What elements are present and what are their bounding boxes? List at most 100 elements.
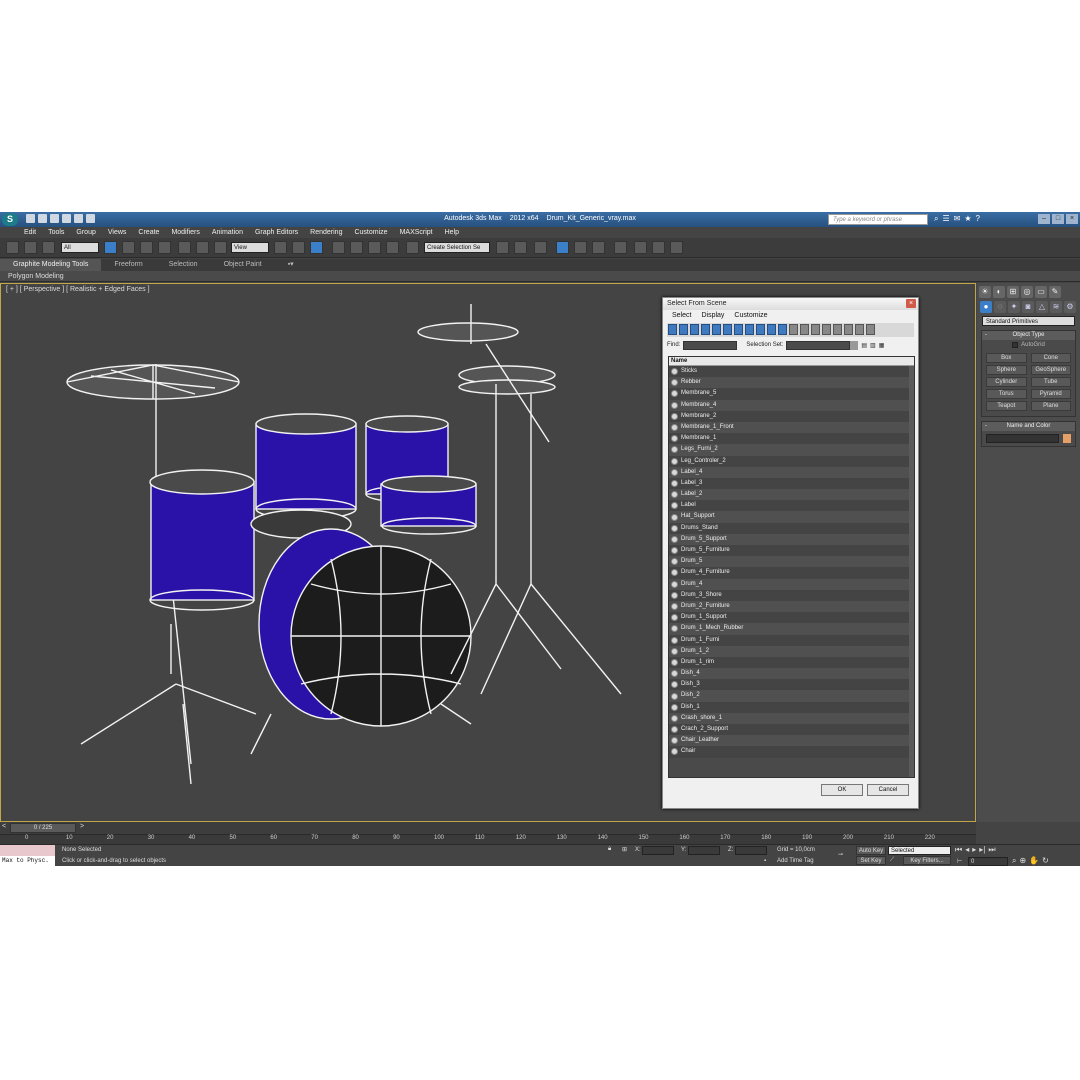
- go-to-end-icon[interactable]: ⏭: [988, 845, 995, 855]
- dialog-close-icon[interactable]: ×: [906, 299, 916, 308]
- list-item[interactable]: Membrane_2: [669, 410, 914, 422]
- selection-set-dropdown[interactable]: [786, 340, 851, 350]
- dialog-title-bar[interactable]: Select From Scene ×: [663, 298, 918, 310]
- menu-customize[interactable]: Customize: [348, 227, 393, 238]
- menu-help[interactable]: Help: [439, 227, 465, 238]
- named-selection-set-dropdown[interactable]: Create Selection Se: [424, 242, 490, 253]
- list-item[interactable]: Leg_Controler_2: [669, 455, 914, 467]
- render-production-icon[interactable]: [670, 241, 683, 254]
- object-type-header[interactable]: - Object Type: [982, 331, 1075, 340]
- dialog-menu-display[interactable]: Display: [696, 310, 729, 321]
- motion-tab-icon[interactable]: ◎: [1021, 286, 1033, 298]
- maxscript-listener[interactable]: Max to Physc.: [0, 845, 55, 866]
- display-bones-icon[interactable]: [756, 324, 765, 335]
- list-item[interactable]: Drum_1_rim: [669, 656, 914, 669]
- go-to-start-icon[interactable]: ⏮: [955, 845, 962, 855]
- scene-object-list[interactable]: Name Sticks Rebber Membrane_5 Membrane_4 Mem…: [668, 356, 915, 778]
- set-key-button[interactable]: Set Key: [856, 856, 886, 865]
- geometry-icon[interactable]: ●: [980, 301, 992, 313]
- object-color-swatch[interactable]: [1063, 434, 1071, 443]
- display-xrefs-icon[interactable]: [745, 324, 754, 335]
- list-item[interactable]: Rebber: [669, 377, 914, 389]
- rendered-frame-window-icon[interactable]: [652, 241, 665, 254]
- space-warps-icon[interactable]: ≋: [1050, 301, 1062, 313]
- cancel-button[interactable]: Cancel: [867, 784, 909, 796]
- display-cameras-icon[interactable]: [701, 324, 710, 335]
- time-slider[interactable]: 0 / 225: [10, 823, 76, 833]
- list-item[interactable]: Drum_5_Support: [669, 533, 914, 545]
- list-item[interactable]: Drum_1_2: [669, 645, 914, 657]
- find-input[interactable]: [683, 340, 738, 350]
- list-item[interactable]: Membrane_1_Front: [669, 421, 914, 434]
- tab-object-paint[interactable]: Object Paint: [211, 259, 275, 271]
- menu-tools[interactable]: Tools: [42, 227, 70, 238]
- previous-key-icon[interactable]: ◂: [965, 845, 969, 855]
- play-icon[interactable]: ▸: [972, 845, 976, 855]
- teapot-button[interactable]: Teapot: [986, 401, 1027, 411]
- select-none-icon[interactable]: [833, 324, 842, 335]
- list-item[interactable]: Label: [669, 500, 914, 512]
- key-mode-dropdown[interactable]: Selected: [888, 846, 951, 855]
- menu-create[interactable]: Create: [132, 227, 165, 238]
- orbit-icon[interactable]: ↻: [1042, 856, 1049, 866]
- menu-modifiers[interactable]: Modifiers: [165, 227, 205, 238]
- unlink-icon[interactable]: [24, 241, 37, 254]
- menu-group[interactable]: Group: [70, 227, 101, 238]
- primitive-category-dropdown[interactable]: Standard Primitives: [982, 316, 1075, 326]
- tab-selection[interactable]: Selection: [156, 259, 211, 271]
- favorites-star-icon[interactable]: ★: [964, 214, 971, 224]
- list-item[interactable]: Drum_4_Furniture: [669, 567, 914, 579]
- key-mode-toggle-icon[interactable]: ⊢: [957, 858, 962, 865]
- lock-selection-icon[interactable]: 🔒︎: [608, 846, 611, 853]
- autogrid-checkbox[interactable]: AutoGrid: [982, 340, 1075, 350]
- display-frozen-icon[interactable]: [778, 324, 787, 335]
- select-invert-icon[interactable]: [844, 324, 853, 335]
- filter-options-icon[interactable]: [866, 324, 875, 335]
- list-item[interactable]: Sticks: [669, 366, 914, 378]
- list-item[interactable]: Drum_1_Furni: [669, 634, 914, 646]
- window-crossing-icon[interactable]: [158, 241, 171, 254]
- display-tab-icon[interactable]: ▭: [1035, 286, 1047, 298]
- list-item[interactable]: Crach_2_Support: [669, 724, 914, 736]
- absolute-mode-icon[interactable]: ⊞: [622, 846, 627, 853]
- helpers-icon[interactable]: △: [1036, 301, 1048, 313]
- menu-graph-editors[interactable]: Graph Editors: [249, 227, 304, 238]
- menu-rendering[interactable]: Rendering: [304, 227, 348, 238]
- menu-animation[interactable]: Animation: [206, 227, 249, 238]
- list-item[interactable]: Dish_2: [669, 690, 914, 702]
- tube-button[interactable]: Tube: [1030, 377, 1071, 387]
- object-name-input[interactable]: [986, 434, 1059, 443]
- menu-views[interactable]: Views: [102, 227, 133, 238]
- close-icon[interactable]: ×: [1066, 214, 1078, 224]
- display-geometry-icon[interactable]: [668, 324, 677, 335]
- list-item[interactable]: Label_2: [669, 489, 914, 501]
- list-item[interactable]: Chair: [669, 746, 914, 758]
- display-shapes-icon[interactable]: [679, 324, 688, 335]
- ribbon-options-icon[interactable]: ▪▾: [275, 259, 307, 271]
- x-coordinate-field[interactable]: [642, 846, 674, 855]
- zoom-all-icon[interactable]: ⊕: [1019, 856, 1026, 866]
- snaps-toggle-icon[interactable]: [332, 241, 345, 254]
- list-item[interactable]: Label_3: [669, 477, 914, 490]
- pan-icon[interactable]: ✋: [1029, 856, 1039, 866]
- display-none-icon[interactable]: [800, 324, 809, 335]
- key-filters-button[interactable]: Key Filters...: [903, 856, 951, 865]
- next-key-icon[interactable]: ▸|: [979, 845, 985, 855]
- communication-icon[interactable]: ✉: [954, 214, 961, 224]
- render-setup-icon[interactable]: [634, 241, 647, 254]
- add-time-tag[interactable]: Add Time Tag: [777, 858, 814, 864]
- tab-graphite-modeling-tools[interactable]: Graphite Modeling Tools: [0, 259, 102, 271]
- help-icon[interactable]: ?: [976, 214, 980, 224]
- scale-icon[interactable]: [214, 241, 227, 254]
- rotate-icon[interactable]: [196, 241, 209, 254]
- plane-button[interactable]: Plane: [1030, 401, 1071, 411]
- angle-snap-icon[interactable]: [350, 241, 363, 254]
- zoom-icon[interactable]: ⌕: [1012, 856, 1016, 866]
- time-tag-icon[interactable]: ▪: [764, 858, 766, 864]
- move-icon[interactable]: [178, 241, 191, 254]
- current-frame-field[interactable]: 0: [968, 857, 1008, 866]
- lights-icon[interactable]: ✦: [1008, 301, 1020, 313]
- display-invert-icon[interactable]: [811, 324, 820, 335]
- cylinder-button[interactable]: Cylinder: [986, 377, 1027, 387]
- list-item[interactable]: Dish_4: [669, 668, 914, 680]
